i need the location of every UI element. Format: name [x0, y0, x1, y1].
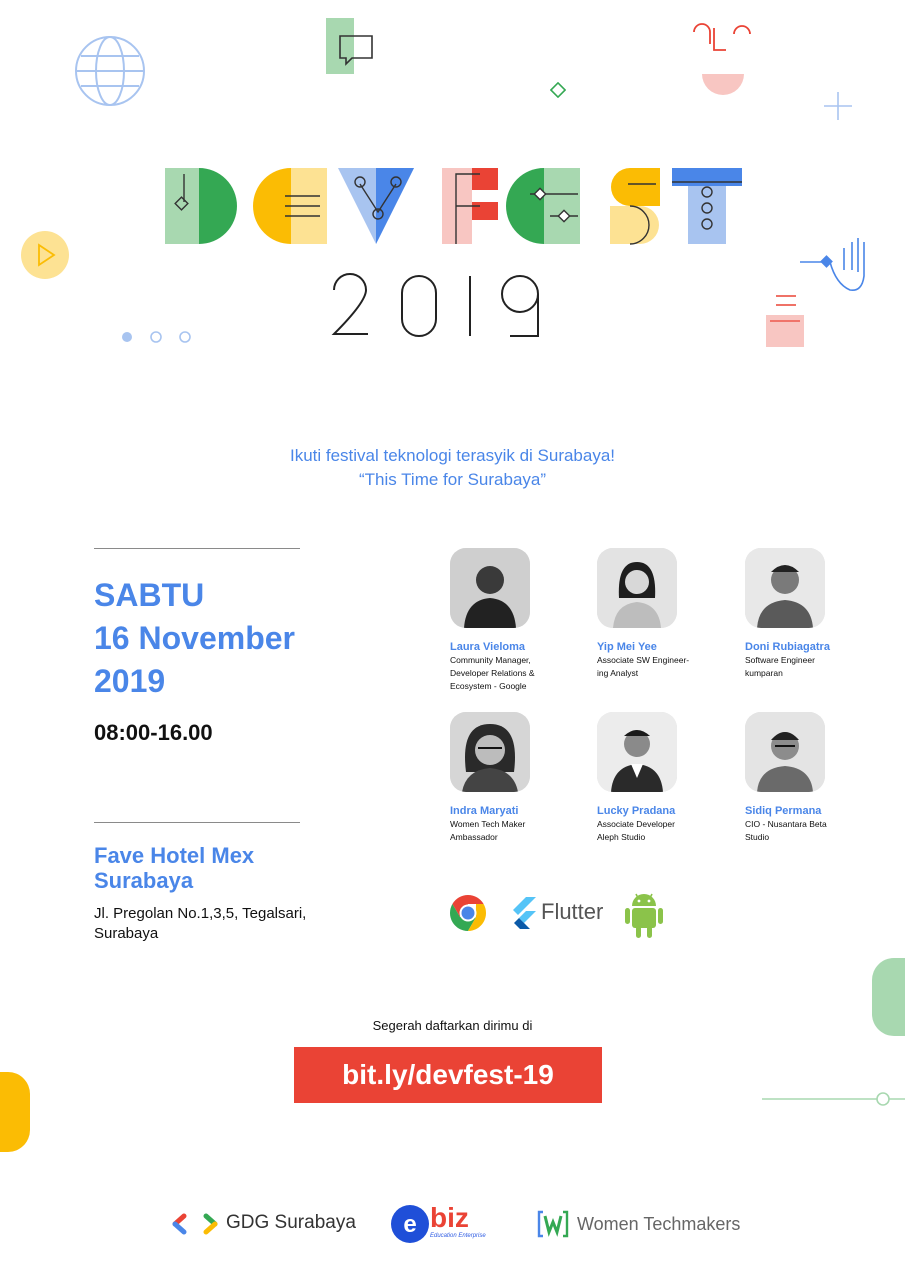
speaker-role: Associate Developer Aleph Studio: [597, 819, 675, 842]
speaker-card: Indra Maryati Women Tech Maker Ambassado…: [450, 712, 570, 844]
speaker-card: Sidiq Permana CIO - Nusantara Beta Studi…: [745, 712, 865, 844]
speaker-photo: [597, 712, 677, 792]
event-year: 2019: [94, 663, 166, 699]
event-date: 16 November: [94, 620, 295, 656]
speaker-card: Laura Vieloma Community Manager, Develop…: [450, 548, 570, 693]
face-icon: [690, 20, 756, 96]
globe-icon: [73, 34, 147, 108]
event-address: Jl. Pregolan No.1,3,5, Tegalsari, Suraba…: [94, 905, 307, 942]
speaker-card: Lucky Pradana Associate Developer Aleph …: [597, 712, 717, 844]
hand-icon: [800, 232, 870, 296]
diamond-icon: [550, 82, 566, 98]
divider-bottom: [94, 822, 300, 823]
title-letter-e2: [506, 168, 580, 244]
speaker-role: CIO - Nusantara Beta Studio: [745, 819, 827, 842]
speaker-photo: [597, 548, 677, 628]
registration-link-button[interactable]: bit.ly/devfest-19: [294, 1047, 602, 1103]
flutter-icon: [510, 897, 538, 929]
title-letter-e: [253, 168, 327, 244]
tagline: Ikuti festival teknologi terasyik di Sur…: [0, 444, 905, 492]
play-icon: [20, 230, 70, 280]
speaker-role: Software Engineer kumparan: [745, 655, 815, 678]
speaker-photo: [450, 712, 530, 792]
ebiz-label: biz: [430, 1202, 469, 1233]
devfest-title: [160, 160, 750, 250]
yellow-half-circle: [0, 1072, 30, 1152]
event-venue: Fave Hotel Mex Surabaya: [94, 843, 255, 893]
speaker-name: Doni Rubiagatra: [745, 641, 830, 653]
chat-bubble-icon: [326, 18, 376, 74]
title-letter-d: [165, 168, 237, 244]
speaker-name: Laura Vieloma: [450, 641, 525, 653]
year-2019: [330, 272, 580, 342]
cta-prompt: Segerah daftarkan dirimu di: [372, 1018, 533, 1033]
gdg-logo-icon: [172, 1212, 218, 1236]
speaker-photo: [745, 548, 825, 628]
speaker-role: Community Manager, Developer Relations &…: [450, 655, 535, 691]
speaker-photo: [450, 548, 530, 628]
women-techmakers-label: Women Techmakers: [577, 1214, 741, 1234]
svg-text:e: e: [403, 1211, 416, 1238]
title-letter-s: [610, 168, 660, 245]
speaker-role: Women Tech Maker Ambassador: [450, 819, 526, 842]
speaker-photo: [745, 712, 825, 792]
tagline-line2: “This Time for Surabaya”: [358, 470, 547, 489]
speaker-name: Indra Maryati: [450, 805, 519, 817]
plus-icon: [822, 90, 854, 122]
event-time: 08:00-16.00: [94, 720, 213, 745]
title-letter-v: [338, 168, 414, 244]
android-icon: [624, 890, 664, 940]
women-techmakers-logo-icon: [537, 1210, 569, 1238]
chrome-icon: [448, 893, 488, 933]
document-icon: [766, 293, 806, 349]
speaker-name: Lucky Pradana: [597, 805, 676, 817]
speaker-name: Sidiq Permana: [745, 805, 822, 817]
title-letter-f: [442, 168, 498, 244]
gdg-surabaya-label: GDG Surabaya: [226, 1212, 356, 1233]
ebiz-e-logo-icon: e: [390, 1204, 430, 1244]
divider-top: [94, 548, 300, 549]
event-day: SABTU: [94, 577, 205, 613]
title-letter-t: [672, 168, 742, 244]
ebiz-tagline: Education Enterprise: [430, 1233, 486, 1239]
ebiz-logo: biz Education Enterprise: [430, 1202, 486, 1240]
tagline-line1: Ikuti festival teknologi terasyik di Sur…: [289, 446, 616, 465]
speaker-card: Doni Rubiagatra Software Engineer kumpar…: [745, 548, 865, 680]
speaker-role: Associate SW Engineer- ing Analyst: [597, 655, 690, 678]
flutter-label: Flutter: [541, 899, 604, 924]
speaker-name: Yip Mei Yee: [597, 641, 657, 653]
speaker-card: Yip Mei Yee Associate SW Engineer- ing A…: [597, 548, 717, 680]
dots-indicator: [120, 330, 196, 344]
slider-line: [762, 1090, 905, 1108]
